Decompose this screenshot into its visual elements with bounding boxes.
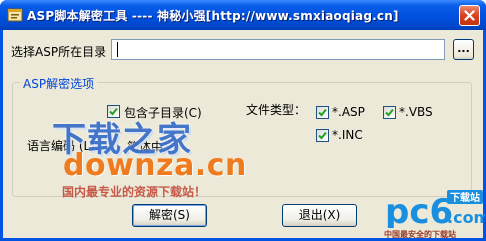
exit-button[interactable]: 退出(X) [282,204,357,227]
filetype-inc-checkbox[interactable] [316,129,329,142]
filetype-vbs-label[interactable]: *.VBS [399,105,433,119]
checkmark-icon [318,108,327,117]
checkmark-icon [109,107,118,116]
decrypt-button[interactable]: 解密(S) [132,204,207,227]
checkmark-icon [385,108,394,117]
text-caret [117,42,118,57]
file-types-label: 文件类型： [246,103,307,117]
filetype-inc-label[interactable]: *.INC [332,128,363,142]
close-icon [464,10,475,21]
filetype-vbs-checkbox[interactable] [383,106,396,119]
app-icon [7,7,23,23]
include-subdirs-checkbox[interactable] [107,105,120,118]
directory-path-input[interactable] [111,39,445,60]
language-select[interactable]: 简体中文 [127,138,175,155]
close-button[interactable] [459,5,480,26]
window-title: ASP脚本解密工具 ---- 神秘小强[http://www.smxiaoqia… [27,9,399,23]
dialog-client-area: 选择ASP所在目录 ... ASP解密选项 包含子目录(C) 文件类型： *.A… [3,30,483,238]
filetype-asp-label[interactable]: *.ASP [332,105,365,119]
browse-button[interactable]: ... [453,39,474,60]
checkmark-icon [318,131,327,140]
include-subdirs-label[interactable]: 包含子目录(C) [124,104,202,121]
filetype-asp-checkbox[interactable] [316,106,329,119]
language-label: 语言编码 (L): [27,139,99,153]
title-bar[interactable]: ASP脚本解密工具 ---- 神秘小强[http://www.smxiaoqia… [0,0,486,30]
options-group-legend: ASP解密选项 [20,75,98,92]
app-window: ASP脚本解密工具 ---- 神秘小强[http://www.smxiaoqia… [0,0,486,241]
directory-label: 选择ASP所在目录 [11,45,107,59]
